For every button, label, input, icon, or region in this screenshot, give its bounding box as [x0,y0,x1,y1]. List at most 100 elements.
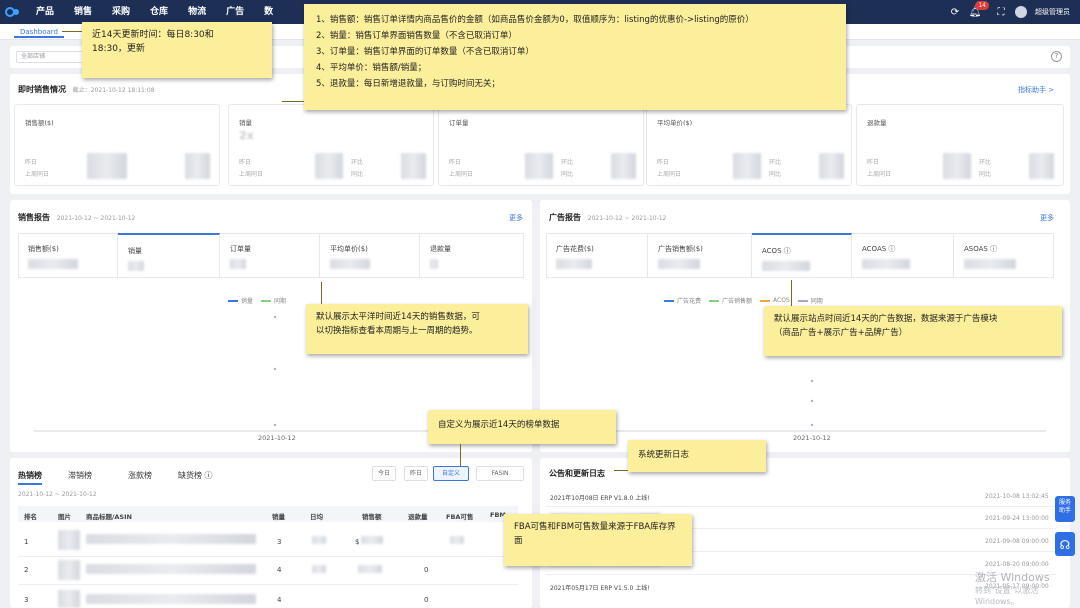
note-line: FBA可售和FBM可售数量来源于FBA库存界 [514,522,676,532]
ad-report-title-text: 广告报告 [549,213,581,222]
nav-warehouse[interactable]: 仓库 [140,0,178,24]
row-rank: 1 [24,538,29,546]
col-image: 图片 [58,513,71,521]
row-rank: 3 [24,596,29,604]
note-arrow [791,280,792,306]
refresh-icon[interactable]: ⟳ [949,6,961,18]
sales-x-label: 2021-10-12 [258,434,296,442]
windows-watermark-title: 激活 Windows [975,571,1050,584]
nav-logistics[interactable]: 物流 [178,0,216,24]
card-yoy: 同比 [561,171,574,178]
announce-item[interactable]: 2021年10月08日 ERP V1.8.0 上线! [550,493,650,502]
realtime-card-avgprice[interactable]: 平均单价($) 昨日 上周同日 环比 同比 [646,104,852,186]
tab-label: 销量 [128,247,142,255]
card-yoy: 同比 [979,171,992,178]
card-lastweek: 上周同日 [239,171,264,178]
tab-label: 订单量 [230,245,251,253]
card-yoy: 同比 [769,171,782,178]
today-button[interactable]: 今日 [372,466,396,481]
ad-more-link[interactable]: 更多 [1040,213,1054,223]
sales-tab-refund[interactable]: 退款量 [420,233,524,278]
tab-label: ASOAS ⓘ [964,245,998,253]
card-lastweek: 上周同日 [25,171,50,178]
announce-title: 公告和更新日志 [549,469,605,478]
avatar[interactable] [1015,6,1027,18]
row-rank: 2 [24,566,29,574]
realtime-card-orders[interactable]: 订单量 昨日 上周同日 环比 同比 [438,104,644,186]
tab-slow-sellers[interactable]: 滞销榜 [68,470,92,481]
note-arrow [321,282,322,304]
note-line: 5、退款量：每日新增退款量，与订购时间无关； [316,79,500,89]
note-line: 以切换指标查看本周期与上一周期的趋势。 [316,326,478,336]
card-yesterday: 昨日 [239,159,252,166]
help-icon[interactable]: ? [1051,51,1062,62]
ad-tab-sales[interactable]: 广告销售额($) [648,233,752,278]
note-line: 3、订单量：销售订单界面的订单数量（不含已取消订单） [316,47,534,57]
row-refund: 0 [424,596,429,604]
logo[interactable] [0,0,26,24]
row-qty: 4 [277,566,282,574]
sales-tab-avgprice[interactable]: 平均单价($) [320,233,420,278]
card-yesterday: 昨日 [867,159,880,166]
ad-tab-asoas[interactable]: ASOAS ⓘ [954,233,1054,278]
note-custom-range: 自定义为展示近14天的榜单数据 [428,410,616,444]
announce-date: 2021-10-08 13:02:45 [985,493,1049,500]
realtime-card-refund[interactable]: 退款量 昨日 上周同日 环比 同比 [856,104,1064,186]
nav-purchase[interactable]: 采购 [102,0,140,24]
announce-item[interactable]: 2021年05月17日 ERP V1.5.0 上线! [550,583,650,592]
note-arrow [282,101,304,102]
online-support-button[interactable]: ☊ [1055,532,1075,556]
col-daily-avg: 日均 [310,513,323,521]
card-mom: 环比 [769,159,782,166]
nav-data[interactable]: 数 [254,0,283,24]
ad-tab-acos[interactable]: ACOS ⓘ [752,233,852,278]
custom-range-button[interactable]: 自定义 [433,466,469,481]
realtime-card-qty[interactable]: 销量 2x 昨日 上周同日 环比 同比 [228,104,434,186]
legend-qty: 销量 [241,298,254,305]
note-ad-default: 默认展示站点时间近14天的广告数据，数据来源于广告模块 （商品广告+展示广告+品… [764,306,1062,356]
tab-label: 广告花费($) [556,245,594,253]
tab-label: 销售额($) [28,245,59,253]
tab-out-of-stock[interactable]: 缺货榜 ⓘ [178,470,213,481]
metric-helper-link[interactable]: 指标助手 > [1018,85,1054,95]
fullscreen-icon[interactable]: ⛶ [995,6,1007,18]
note-line: 系统更新日志 [638,450,690,460]
nav-products[interactable]: 产品 [26,0,64,24]
tab-label: 广告销售额($) [658,245,703,253]
note-line: 18:30，更新 [92,44,145,54]
announce-date: 2021-09-24 13:00:00 [985,515,1049,522]
user-name[interactable]: 超级管理员 [1035,7,1070,17]
asin-select[interactable]: FASIN [476,466,524,481]
col-fba: FBA可售 [446,513,474,521]
tab-label: 退款量 [430,245,451,253]
realtime-card-sales[interactable]: 销售额($) 昨日 上周同日 [14,104,220,186]
sales-tab-qty[interactable]: 销量 [118,233,220,278]
note-sales-default: 默认展示太平洋时间近14天的销售数据，可 以切换指标查看本周期与上一周期的趋势。 [306,304,528,354]
realtime-subtitle: 截止：2021-10-12 18:11:08 [72,87,155,94]
note-update-time: 近14天更新时间：每日8:30和 18:30，更新 [82,22,272,78]
service-assistant-button[interactable]: 服务助手 [1055,496,1075,522]
card-mom: 环比 [351,159,364,166]
note-line: 自定义为展示近14天的榜单数据 [438,420,560,430]
yesterday-button[interactable]: 昨日 [404,466,428,481]
row-qty: 4 [277,596,282,604]
sales-tab-amount[interactable]: 销售额($) [18,233,118,278]
realtime-title: 即时销售情况 截止：2021-10-12 18:11:08 [18,84,155,95]
tab-hot-sellers[interactable]: 热销榜 [18,470,42,485]
note-line: （商品广告+展示广告+品牌广告） [774,328,908,338]
row-amount: $ [355,538,360,546]
ad-tab-acoas[interactable]: ACOAS ⓘ [852,233,954,278]
ad-report-title: 广告报告 2021-10-12 ~ 2021-10-12 [549,212,666,223]
realtime-title-text: 即时销售情况 [18,85,66,94]
tab-dashboard[interactable]: Dashboard [14,26,64,38]
ad-tab-spend[interactable]: 广告花费($) [546,233,648,278]
sales-more-link[interactable]: 更多 [509,213,523,223]
nav-sales[interactable]: 销售 [64,0,102,24]
card-value: 2x [239,129,254,142]
card-lastweek: 上周同日 [657,171,682,178]
sales-tab-orders[interactable]: 订单量 [220,233,320,278]
tab-rising[interactable]: 涨款榜 [128,470,152,481]
bell-icon[interactable]: 🔔︎ 14 [969,1,989,18]
note-line: 近14天更新时间：每日8:30和 [92,30,214,40]
nav-ads[interactable]: 广告 [216,0,254,24]
